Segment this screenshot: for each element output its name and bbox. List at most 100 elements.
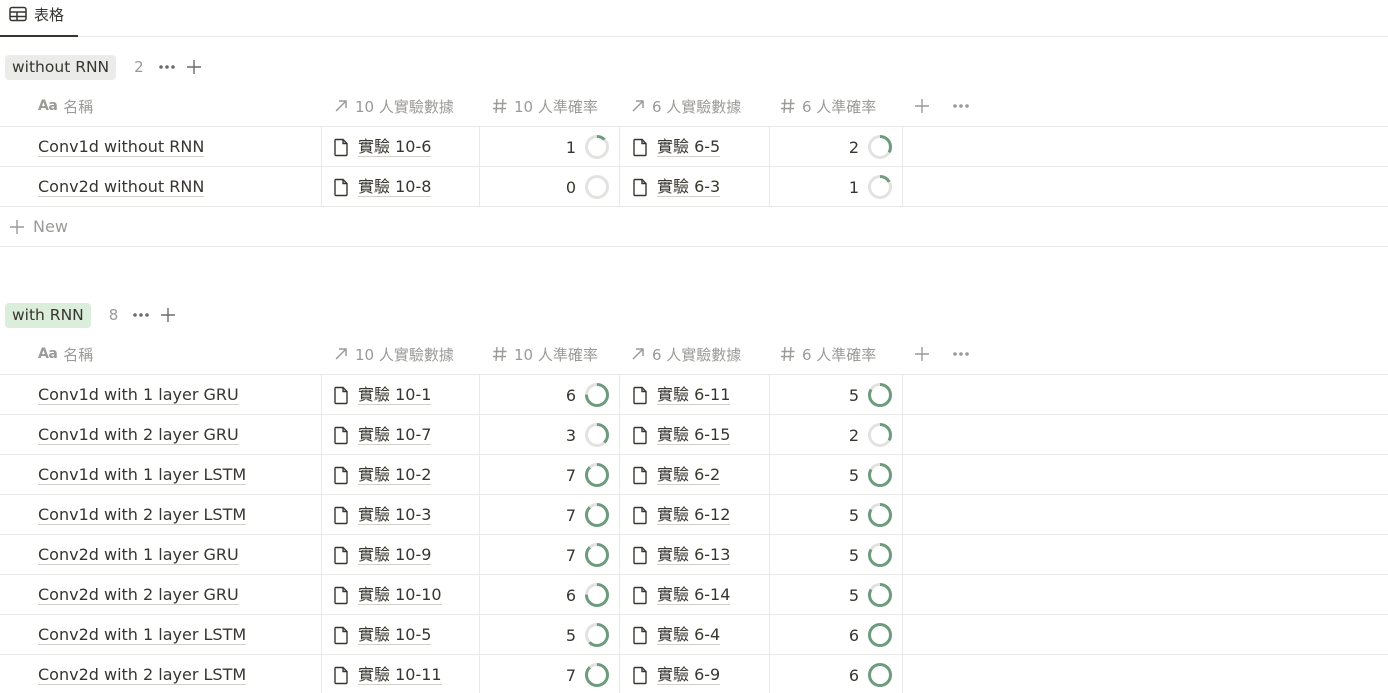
relation-link-6[interactable]: 實驗 6-11 — [632, 375, 731, 415]
row-name-cell[interactable]: Conv1d with 1 layer LSTM — [38, 455, 247, 495]
table-row[interactable]: Conv1d with 2 layer GRU 實驗 10-7 3 實驗 6-15 2 — [0, 415, 1388, 455]
column-more-button[interactable] — [952, 334, 970, 374]
new-row-label: New — [33, 217, 68, 236]
relation-link-6[interactable]: 實驗 6-12 — [632, 495, 731, 535]
relation-link-10[interactable]: 實驗 10-1 — [333, 375, 432, 415]
accuracy-6-cell[interactable]: 5 — [779, 455, 893, 495]
view-tab-table[interactable]: 表格 — [0, 0, 78, 37]
group-add-button[interactable] — [186, 59, 202, 75]
accuracy-value: 5 — [848, 585, 859, 605]
relation-link-6[interactable]: 實驗 6-15 — [632, 415, 731, 455]
relation-link-6[interactable]: 實驗 6-2 — [632, 455, 721, 495]
column-header-row: Aa 名稱 10 人實驗數據 10 人準確率 6 人實驗數據 6 人準確率 — [0, 86, 1388, 127]
cell-divider — [479, 575, 480, 614]
row-name-cell[interactable]: Conv2d with 1 layer GRU — [38, 535, 239, 575]
relation-link-6[interactable]: 實驗 6-9 — [632, 655, 721, 693]
relation-link-6[interactable]: 實驗 6-5 — [632, 127, 721, 167]
relation-page-title: 實驗 10-2 — [358, 464, 432, 485]
accuracy-6-cell[interactable]: 6 — [779, 615, 893, 655]
accuracy-10-cell[interactable]: 7 — [489, 535, 610, 575]
column-header-name[interactable]: Aa 名稱 — [38, 86, 93, 126]
row-name-cell[interactable]: Conv1d without RNN — [38, 127, 205, 167]
relation-link-10[interactable]: 實驗 10-10 — [333, 575, 442, 615]
accuracy-6-cell[interactable]: 5 — [779, 495, 893, 535]
cell-divider — [769, 167, 770, 206]
row-name-cell[interactable]: Conv2d with 1 layer LSTM — [38, 615, 247, 655]
accuracy-10-cell[interactable]: 6 — [489, 575, 610, 615]
accuracy-10-cell[interactable]: 1 — [489, 127, 610, 167]
relation-link-6[interactable]: 實驗 6-4 — [632, 615, 721, 655]
accuracy-10-cell[interactable]: 0 — [489, 167, 610, 207]
column-header-acc6[interactable]: 6 人準確率 — [780, 334, 876, 374]
page-icon — [633, 178, 647, 196]
column-header-acc6[interactable]: 6 人準確率 — [780, 86, 876, 126]
accuracy-6-cell[interactable]: 6 — [779, 655, 893, 693]
progress-ring — [868, 463, 892, 487]
relation-link-10[interactable]: 實驗 10-9 — [333, 535, 432, 575]
relation-link-10[interactable]: 實驗 10-6 — [333, 127, 432, 167]
group-name-pill[interactable]: without RNN — [5, 54, 117, 80]
progress-ring — [868, 583, 892, 607]
page-icon — [633, 586, 647, 604]
accuracy-6-cell[interactable]: 5 — [779, 535, 893, 575]
table-row[interactable]: Conv2d with 2 layer GRU 實驗 10-10 6 實驗 6-14 5 — [0, 575, 1388, 615]
cell-divider — [619, 375, 620, 414]
column-header-name[interactable]: Aa 名稱 — [38, 334, 93, 374]
accuracy-6-cell[interactable]: 1 — [779, 167, 893, 207]
accuracy-10-cell[interactable]: 7 — [489, 495, 610, 535]
progress-ring — [585, 175, 609, 199]
accuracy-6-cell[interactable]: 5 — [779, 575, 893, 615]
column-more-button[interactable] — [952, 86, 970, 126]
text-type-icon: Aa — [38, 98, 58, 114]
relation-link-10[interactable]: 實驗 10-2 — [333, 455, 432, 495]
accuracy-value: 7 — [565, 465, 576, 485]
row-name-cell[interactable]: Conv2d with 2 layer LSTM — [38, 655, 247, 693]
group-more-button[interactable] — [132, 311, 150, 319]
relation-link-10[interactable]: 實驗 10-11 — [333, 655, 442, 693]
accuracy-10-cell[interactable]: 6 — [489, 375, 610, 415]
row-name-cell[interactable]: Conv2d with 2 layer GRU — [38, 575, 239, 615]
relation-link-10[interactable]: 實驗 10-5 — [333, 615, 432, 655]
accuracy-10-cell[interactable]: 7 — [489, 655, 610, 693]
add-property-button[interactable] — [914, 86, 930, 126]
relation-link-6[interactable]: 實驗 6-3 — [632, 167, 721, 207]
column-header-rel6[interactable]: 6 人實驗數據 — [630, 334, 741, 374]
relation-link-10[interactable]: 實驗 10-8 — [333, 167, 432, 207]
table-row[interactable]: Conv1d without RNN 實驗 10-6 1 實驗 6-5 2 — [0, 127, 1388, 167]
table-row[interactable]: Conv1d with 2 layer LSTM 實驗 10-3 7 實驗 6-12 5 — [0, 495, 1388, 535]
group-name-pill[interactable]: with RNN — [5, 302, 91, 328]
relation-link-10[interactable]: 實驗 10-7 — [333, 415, 432, 455]
progress-ring — [585, 135, 609, 159]
relation-link-10[interactable]: 實驗 10-3 — [333, 495, 432, 535]
add-new-row-button[interactable]: New — [0, 207, 1388, 247]
row-name-cell[interactable]: Conv1d with 1 layer GRU — [38, 375, 239, 415]
accuracy-10-cell[interactable]: 7 — [489, 455, 610, 495]
row-name-cell[interactable]: Conv1d with 2 layer GRU — [38, 415, 239, 455]
table-row[interactable]: Conv2d with 2 layer LSTM 實驗 10-11 7 實驗 6-9 6 — [0, 655, 1388, 693]
relation-link-6[interactable]: 實驗 6-14 — [632, 575, 731, 615]
group-more-button[interactable] — [158, 63, 176, 71]
column-header-rel10[interactable]: 10 人實驗數據 — [333, 86, 454, 126]
group-add-button[interactable] — [160, 307, 176, 323]
column-header-rel6[interactable]: 6 人實驗數據 — [630, 86, 741, 126]
accuracy-6-cell[interactable]: 5 — [779, 375, 893, 415]
row-name-cell[interactable]: Conv1d with 2 layer LSTM — [38, 495, 247, 535]
accuracy-6-cell[interactable]: 2 — [779, 415, 893, 455]
table-row[interactable]: Conv2d with 1 layer LSTM 實驗 10-5 5 實驗 6-4 6 — [0, 615, 1388, 655]
table-row[interactable]: Conv1d with 1 layer GRU 實驗 10-1 6 實驗 6-11 5 — [0, 375, 1388, 415]
accuracy-10-cell[interactable]: 3 — [489, 415, 610, 455]
table-row[interactable]: Conv2d without RNN 實驗 10-8 0 實驗 6-3 1 — [0, 167, 1388, 207]
row-name-cell[interactable]: Conv2d without RNN — [38, 167, 205, 207]
column-header-acc10[interactable]: 10 人準確率 — [492, 86, 598, 126]
cell-divider — [902, 375, 903, 414]
column-header-rel10[interactable]: 10 人實驗數據 — [333, 334, 454, 374]
table-row[interactable]: Conv2d with 1 layer GRU 實驗 10-9 7 實驗 6-13 5 — [0, 535, 1388, 575]
cell-divider — [769, 655, 770, 693]
add-property-button[interactable] — [914, 334, 930, 374]
relation-link-6[interactable]: 實驗 6-13 — [632, 535, 731, 575]
more-dots-icon — [953, 352, 969, 356]
column-header-acc10[interactable]: 10 人準確率 — [492, 334, 598, 374]
table-row[interactable]: Conv1d with 1 layer LSTM 實驗 10-2 7 實驗 6-2 5 — [0, 455, 1388, 495]
accuracy-6-cell[interactable]: 2 — [779, 127, 893, 167]
accuracy-10-cell[interactable]: 5 — [489, 615, 610, 655]
